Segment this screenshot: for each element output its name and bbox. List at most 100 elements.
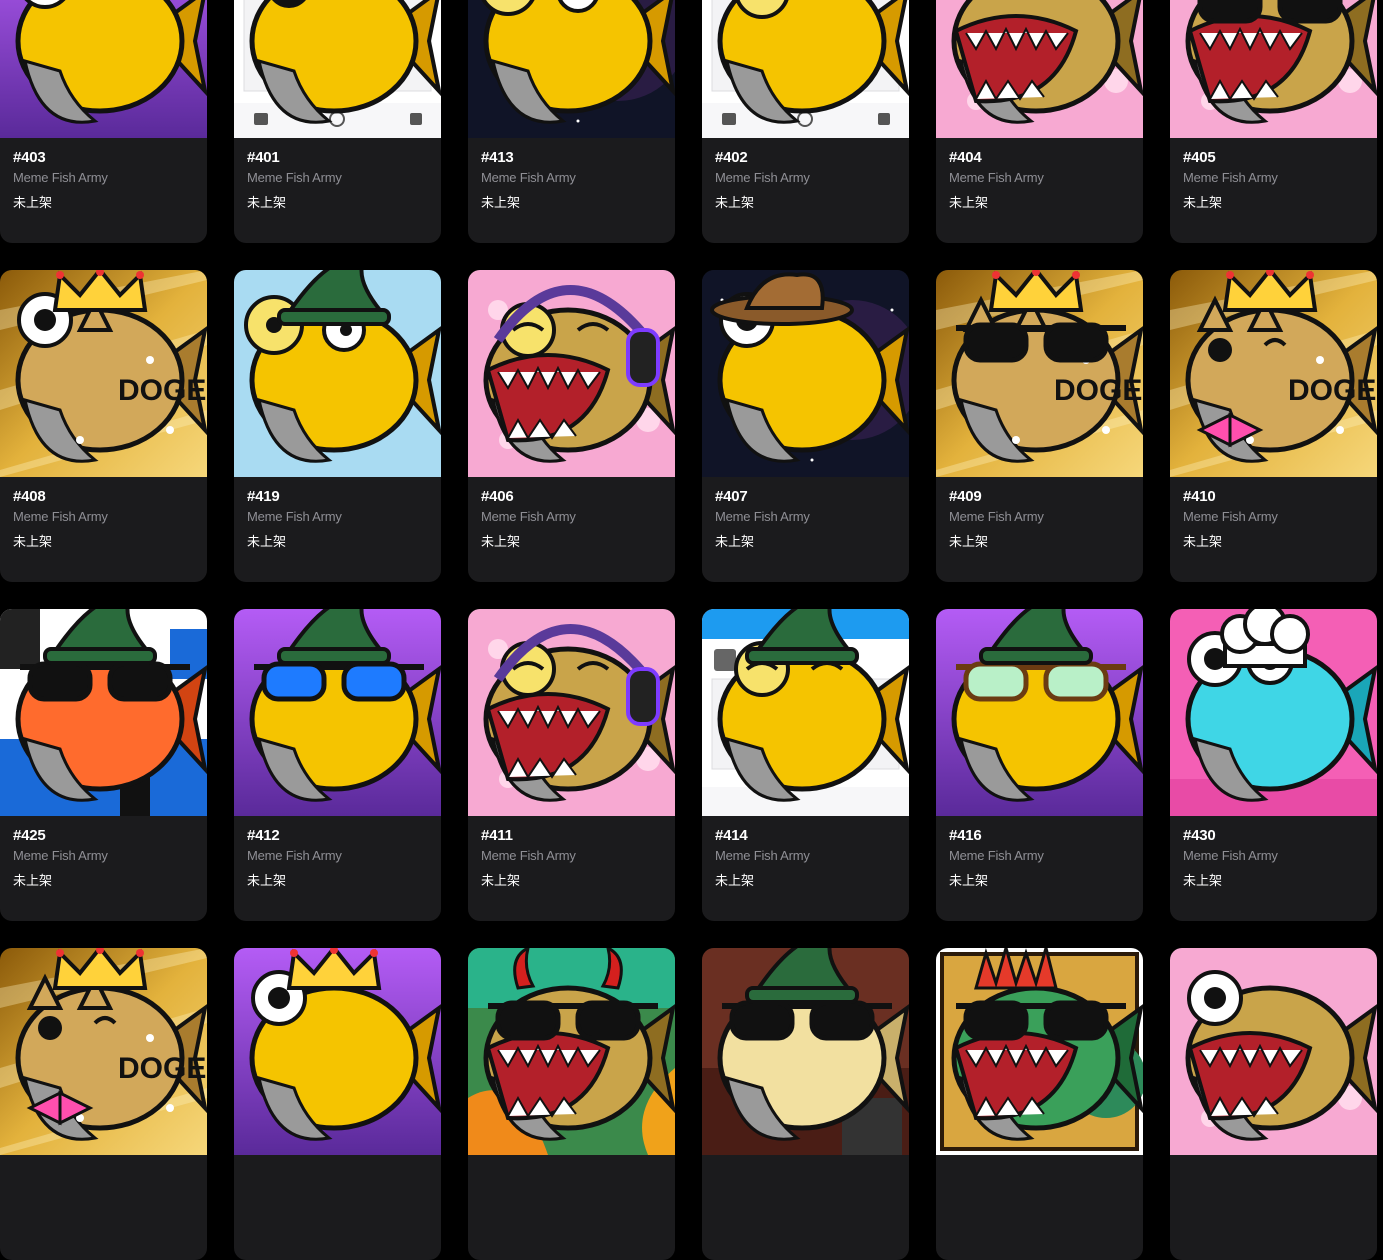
nft-thumbnail[interactable] (468, 270, 675, 477)
svg-text:DOGE: DOGE (1288, 374, 1376, 407)
nft-thumbnail[interactable] (1170, 948, 1377, 1155)
nft-collection-name: Meme Fish Army (481, 848, 576, 863)
nft-thumbnail[interactable]: X (702, 609, 909, 816)
nft-collection-name: Meme Fish Army (715, 848, 810, 863)
nft-number: #430 (1183, 827, 1216, 844)
nft-collection-name: Meme Fish Army (715, 170, 810, 185)
nft-listing-status: 未上架 (247, 874, 287, 889)
nft-listing-status: 未上架 (13, 535, 53, 550)
nft-collection-name: Meme Fish Army (247, 170, 342, 185)
nft-card[interactable]: #419 Meme Fish Army 未上架 (234, 270, 441, 582)
nft-number: #411 (481, 827, 513, 844)
nft-thumbnail[interactable]: DOGE (0, 270, 207, 477)
svg-text:DOGE: DOGE (118, 374, 206, 407)
nft-card[interactable] (1170, 948, 1377, 1260)
nft-card[interactable]: #405 Meme Fish Army 未上架 (1170, 0, 1377, 243)
nft-card[interactable]: #403 Meme Fish Army 未上架 (0, 0, 207, 243)
nft-collection-name: Meme Fish Army (949, 170, 1044, 185)
nft-thumbnail[interactable] (936, 0, 1143, 138)
nft-listing-status: 未上架 (715, 874, 755, 889)
nft-thumbnail[interactable] (468, 948, 675, 1155)
nft-thumbnail[interactable]: DOGE (1170, 270, 1377, 477)
nft-card[interactable]: X #414 Meme Fish Army 未上架 (702, 609, 909, 921)
nft-info: #401 Meme Fish Army 未上架 (247, 149, 431, 212)
nft-card[interactable]: #401 Meme Fish Army 未上架 (234, 0, 441, 243)
nft-thumbnail[interactable]: DOGE (0, 948, 207, 1155)
nft-collection-name: Meme Fish Army (13, 848, 108, 863)
nft-card[interactable]: #416 Meme Fish Army 未上架 (936, 609, 1143, 921)
nft-number: #414 (715, 827, 748, 844)
nft-listing-status: 未上架 (247, 535, 287, 550)
nft-collection-name: Meme Fish Army (13, 170, 108, 185)
nft-card[interactable]: DOGE #408 Meme Fish Army 未上架 (0, 270, 207, 582)
svg-text:DOGE: DOGE (1054, 374, 1142, 407)
nft-number: #403 (13, 149, 46, 166)
nft-number: #412 (247, 827, 280, 844)
nft-info: #413 Meme Fish Army 未上架 (481, 149, 665, 212)
nft-info: #403 Meme Fish Army 未上架 (13, 149, 197, 212)
nft-info: #407 Meme Fish Army 未上架 (715, 488, 899, 551)
nft-listing-status: 未上架 (949, 535, 989, 550)
nft-number: #408 (13, 488, 46, 505)
nft-collection-name: Meme Fish Army (481, 170, 576, 185)
nft-thumbnail[interactable] (702, 270, 909, 477)
nft-collection-name: Meme Fish Army (949, 509, 1044, 524)
nft-info: #430 Meme Fish Army 未上架 (1183, 827, 1367, 890)
nft-listing-status: 未上架 (13, 196, 53, 211)
nft-collection-name: Meme Fish Army (1183, 848, 1278, 863)
nft-collection-name: Meme Fish Army (715, 509, 810, 524)
nft-thumbnail[interactable] (702, 948, 909, 1155)
nft-collection-name: Meme Fish Army (247, 848, 342, 863)
nft-number: #413 (481, 149, 514, 166)
nft-card[interactable]: #411 Meme Fish Army 未上架 (468, 609, 675, 921)
nft-thumbnail[interactable] (234, 948, 441, 1155)
nft-card[interactable] (234, 948, 441, 1260)
nft-info: #414 Meme Fish Army 未上架 (715, 827, 899, 890)
nft-thumbnail[interactable]: DOGE (936, 270, 1143, 477)
nft-info: #404 Meme Fish Army 未上架 (949, 149, 1133, 212)
nft-thumbnail[interactable] (702, 0, 909, 138)
nft-listing-status: 未上架 (715, 535, 755, 550)
nft-number: #401 (247, 149, 280, 166)
nft-thumbnail[interactable] (234, 609, 441, 816)
nft-card[interactable]: #404 Meme Fish Army 未上架 (936, 0, 1143, 243)
nft-card[interactable] (702, 948, 909, 1260)
nft-thumbnail[interactable] (1170, 609, 1377, 816)
nft-thumbnail[interactable] (234, 0, 441, 138)
nft-card[interactable]: #413 Meme Fish Army 未上架 (468, 0, 675, 243)
nft-thumbnail[interactable] (468, 0, 675, 138)
nft-thumbnail[interactable] (234, 270, 441, 477)
nft-card[interactable]: #425 Meme Fish Army 未上架 (0, 609, 207, 921)
nft-card[interactable]: #412 Meme Fish Army 未上架 (234, 609, 441, 921)
nft-number: #405 (1183, 149, 1216, 166)
nft-card[interactable]: #407 Meme Fish Army 未上架 (702, 270, 909, 582)
nft-card[interactable]: DOGE #409 Meme Fish Army 未上架 (936, 270, 1143, 582)
nft-info: #408 Meme Fish Army 未上架 (13, 488, 197, 551)
nft-listing-status: 未上架 (13, 874, 53, 889)
nft-collection-name: Meme Fish Army (1183, 509, 1278, 524)
nft-thumbnail[interactable] (1170, 0, 1377, 138)
nft-thumbnail[interactable] (936, 948, 1143, 1155)
nft-collection-name: Meme Fish Army (949, 848, 1044, 863)
svg-text:DOGE: DOGE (118, 1052, 206, 1085)
nft-card[interactable]: #430 Meme Fish Army 未上架 (1170, 609, 1377, 921)
nft-info: #425 Meme Fish Army 未上架 (13, 827, 197, 890)
nft-card[interactable] (468, 948, 675, 1260)
nft-card[interactable] (936, 948, 1143, 1260)
nft-number: #407 (715, 488, 748, 505)
nft-collection-name: Meme Fish Army (481, 509, 576, 524)
nft-thumbnail[interactable] (0, 609, 207, 816)
nft-card[interactable]: DOGE #410 Meme Fish Army 未上架 (1170, 270, 1377, 582)
nft-listing-status: 未上架 (247, 196, 287, 211)
nft-card[interactable]: DOGE (0, 948, 207, 1260)
nft-number: #416 (949, 827, 982, 844)
nft-card[interactable]: #402 Meme Fish Army 未上架 (702, 0, 909, 243)
nft-card[interactable]: #406 Meme Fish Army 未上架 (468, 270, 675, 582)
nft-thumbnail[interactable] (468, 609, 675, 816)
nft-listing-status: 未上架 (481, 196, 521, 211)
nft-thumbnail[interactable] (936, 609, 1143, 816)
nft-info: #410 Meme Fish Army 未上架 (1183, 488, 1367, 551)
nft-number: #402 (715, 149, 748, 166)
nft-thumbnail[interactable] (0, 0, 207, 138)
nft-listing-status: 未上架 (481, 535, 521, 550)
